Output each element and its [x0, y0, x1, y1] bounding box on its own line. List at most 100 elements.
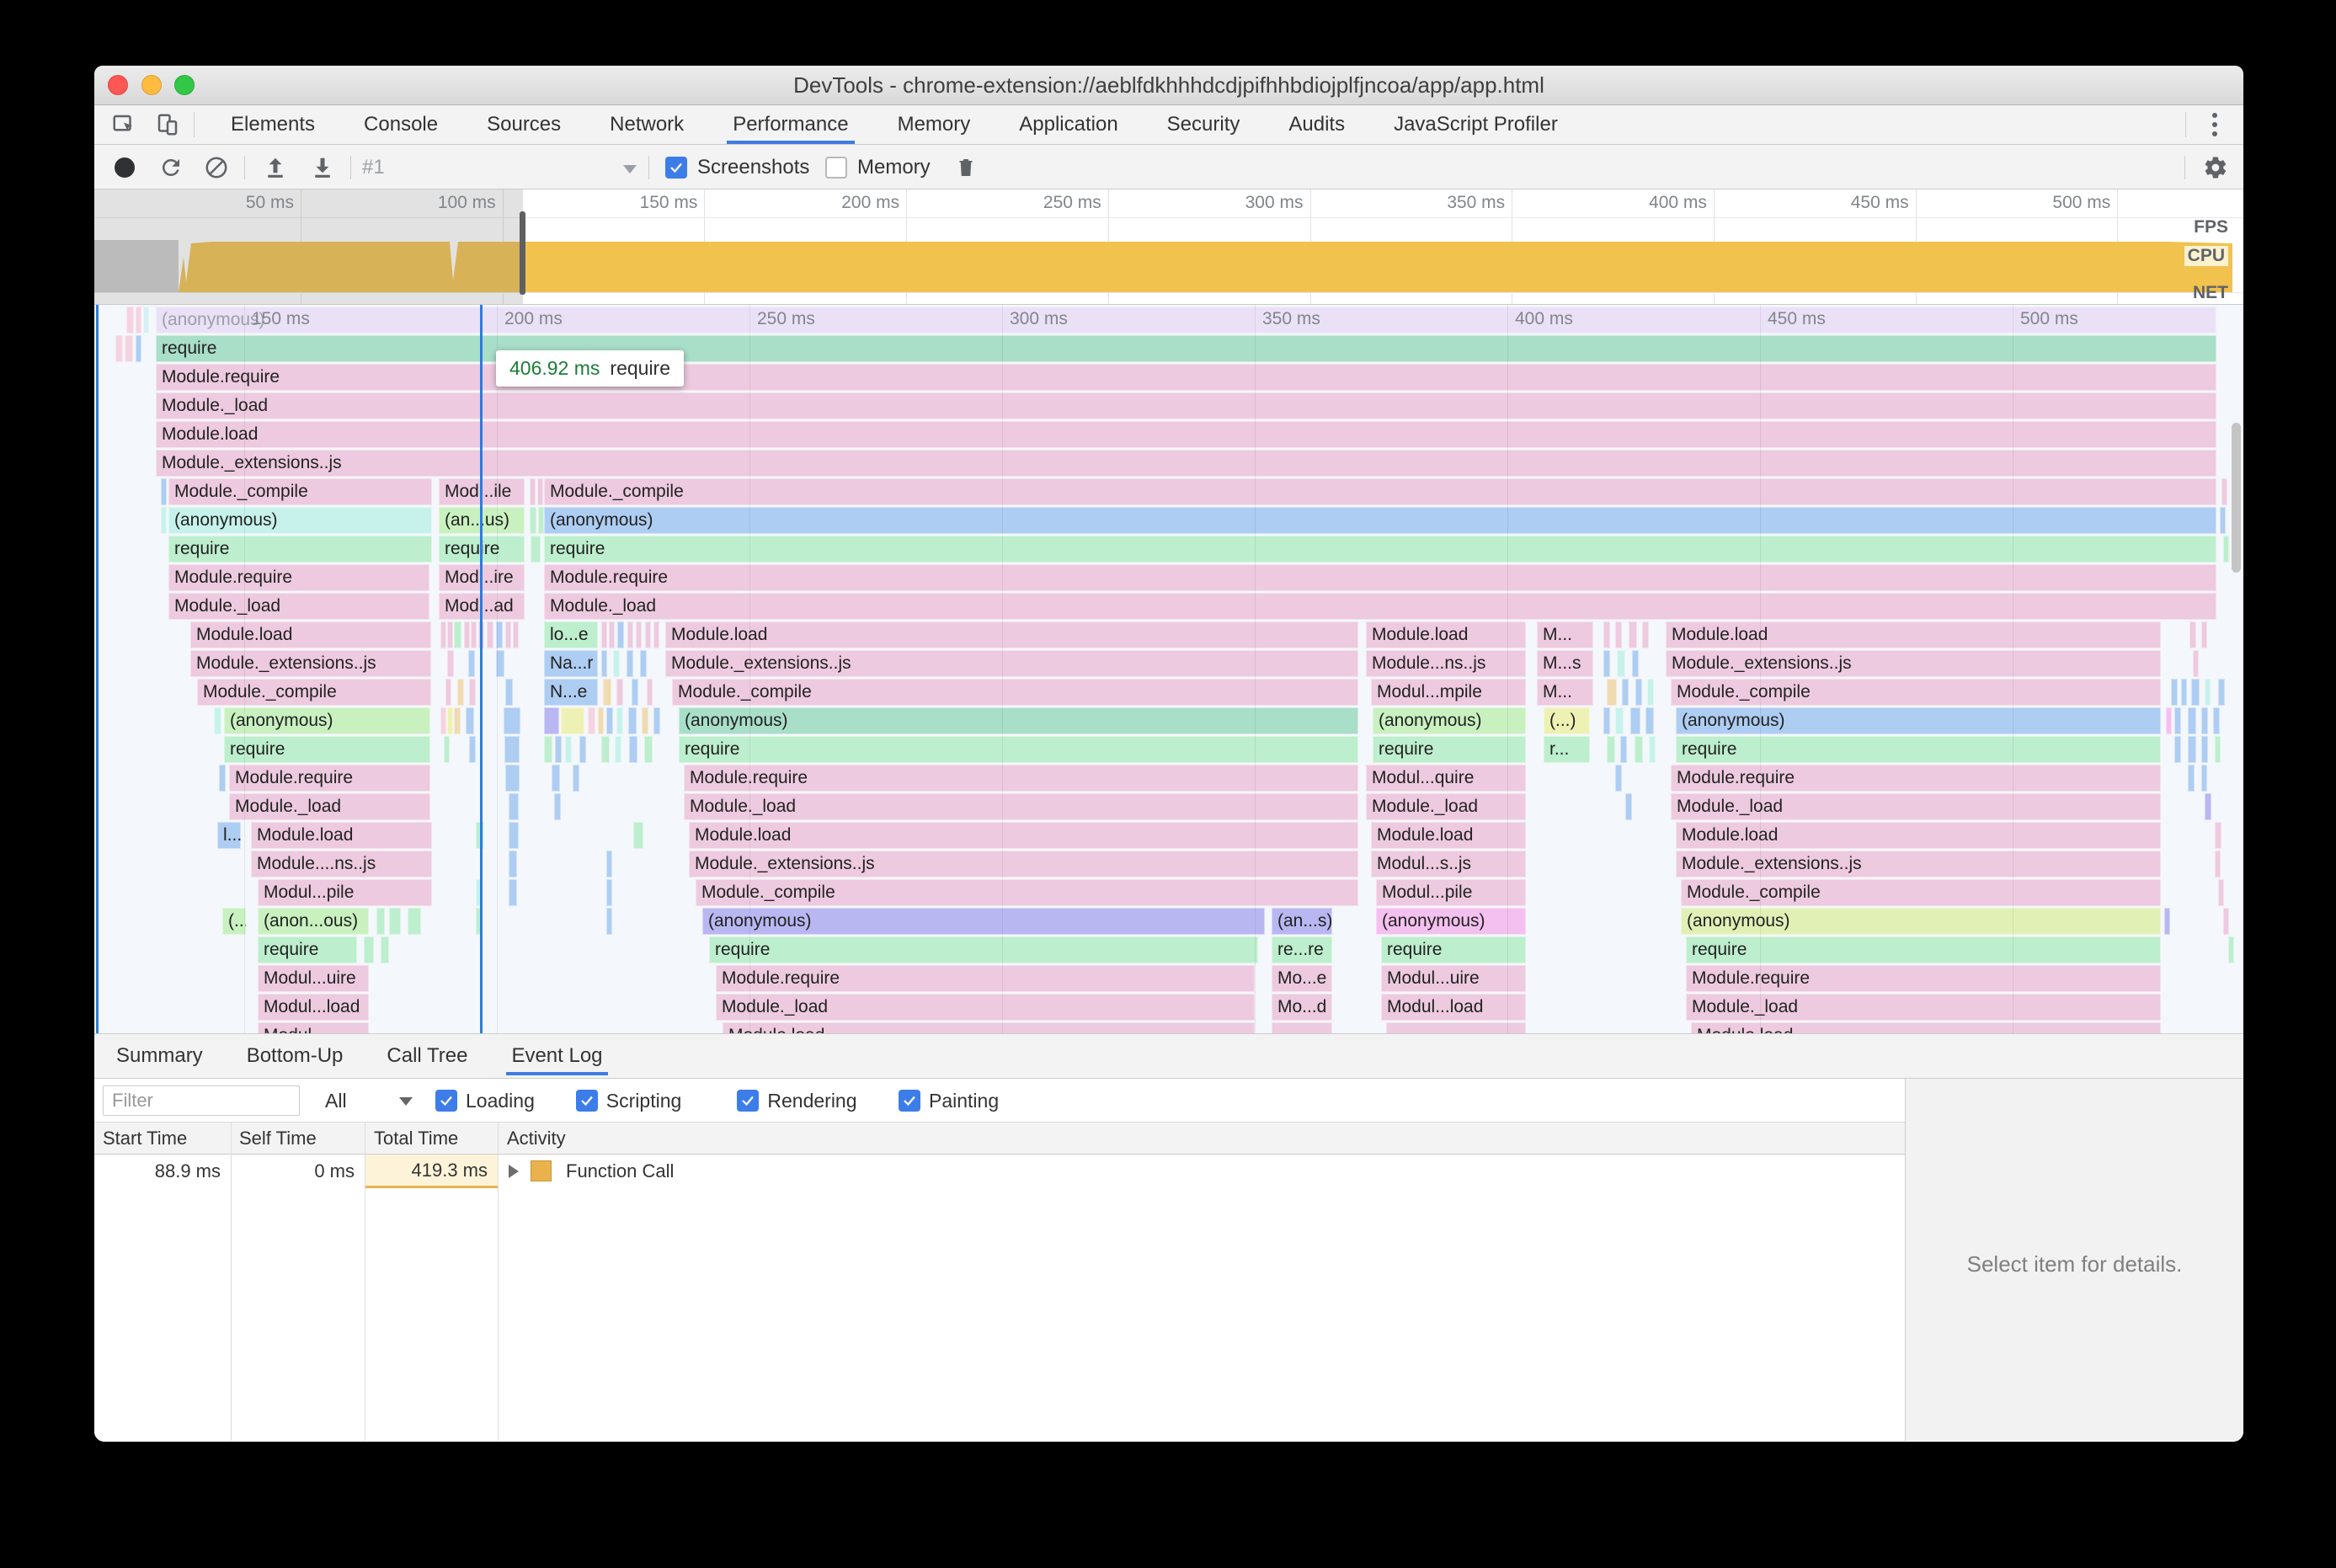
- flame-bar[interactable]: [538, 507, 544, 534]
- flame-bar[interactable]: [606, 879, 612, 906]
- flame-bar[interactable]: [1607, 679, 1617, 706]
- flame-bar[interactable]: [2201, 621, 2207, 648]
- flame-bar[interactable]: [214, 707, 221, 734]
- flame-bar[interactable]: [609, 621, 615, 648]
- rendering-checkbox-label[interactable]: Rendering: [767, 1079, 856, 1123]
- flame-bar[interactable]: [633, 822, 643, 849]
- flame-bar[interactable]: Module.load: [689, 822, 1358, 849]
- flame-bar[interactable]: [469, 736, 476, 763]
- flame-bar[interactable]: Module...ns..js: [1366, 650, 1526, 677]
- flame-bar[interactable]: [2201, 736, 2208, 763]
- flame-bar[interactable]: [1645, 707, 1654, 734]
- flame-bar[interactable]: [440, 707, 446, 734]
- flame-bar[interactable]: [573, 765, 579, 792]
- flame-bar[interactable]: require: [156, 335, 2216, 362]
- loading-checkbox[interactable]: [435, 1090, 457, 1112]
- event-table-row[interactable]: 88.9 ms 0 ms 419.3 ms Function Call: [94, 1155, 1905, 1188]
- flame-bar[interactable]: Module.load: [251, 822, 432, 849]
- memory-checkbox[interactable]: [825, 157, 847, 179]
- flame-bar[interactable]: [509, 851, 517, 877]
- flame-bar[interactable]: [444, 736, 450, 763]
- flame-bar[interactable]: [1617, 650, 1625, 677]
- flame-bar[interactable]: [2174, 736, 2181, 763]
- device-toolbar-icon[interactable]: [153, 110, 182, 139]
- flame-bar[interactable]: Module._compile: [197, 679, 431, 706]
- flame-bar[interactable]: Module._extensions..js: [1676, 851, 2161, 877]
- tab-javascript-profiler[interactable]: JavaScript Profiler: [1369, 105, 1582, 144]
- flame-bar[interactable]: require: [709, 936, 1258, 963]
- flame-bar[interactable]: [537, 478, 543, 505]
- flame-bar[interactable]: (...): [1544, 707, 1590, 734]
- scripting-checkbox-label[interactable]: Scripting: [606, 1079, 681, 1123]
- flame-bar[interactable]: [1615, 765, 1622, 792]
- more-options-icon[interactable]: [2198, 110, 2232, 139]
- flame-bar[interactable]: Modul...pile: [258, 879, 432, 906]
- tab-memory[interactable]: Memory: [873, 105, 995, 144]
- flame-bar[interactable]: Module._extensions..js: [190, 650, 431, 677]
- flame-bar[interactable]: [504, 736, 520, 763]
- flame-bar[interactable]: [1625, 793, 1632, 820]
- flame-bar[interactable]: Module....ns..js: [251, 851, 432, 877]
- flame-bar[interactable]: [457, 679, 464, 706]
- flame-bar[interactable]: [561, 707, 584, 734]
- flame-bar[interactable]: [469, 679, 476, 706]
- flame-bar[interactable]: [530, 478, 536, 505]
- bottom-tab-bottom-up[interactable]: Bottom-Up: [225, 1034, 365, 1078]
- tab-application[interactable]: Application: [995, 105, 1142, 144]
- flame-bar[interactable]: [381, 936, 389, 963]
- flame-bar[interactable]: [544, 736, 552, 763]
- flame-bar[interactable]: Module._load: [716, 994, 1255, 1021]
- flame-bar[interactable]: [2189, 621, 2196, 648]
- flame-bar[interactable]: require: [1686, 936, 2161, 963]
- flame-bar[interactable]: [1642, 621, 1649, 648]
- flame-bar[interactable]: N...e: [544, 679, 598, 706]
- flame-bar[interactable]: [1603, 650, 1610, 677]
- flame-bar[interactable]: (...: [222, 908, 246, 935]
- flame-bar[interactable]: Module._load: [168, 593, 429, 620]
- flame-bar[interactable]: Module._load: [684, 793, 1358, 820]
- flame-bar[interactable]: [2220, 507, 2226, 534]
- tab-sources[interactable]: Sources: [462, 105, 585, 144]
- duration-filter-arrow-icon[interactable]: [399, 1097, 413, 1106]
- flame-bar[interactable]: [389, 908, 401, 935]
- bottom-tab-summary[interactable]: Summary: [94, 1034, 225, 1078]
- flame-bar[interactable]: [2188, 765, 2195, 792]
- flame-bar[interactable]: Modul...uire: [1381, 965, 1526, 992]
- flame-bar[interactable]: [509, 793, 519, 820]
- flame-bar[interactable]: [645, 621, 651, 648]
- col-self-time[interactable]: Self Time: [239, 1123, 317, 1154]
- flame-bar[interactable]: [161, 507, 167, 534]
- selection-handle[interactable]: [520, 211, 525, 295]
- scripting-checkbox[interactable]: [575, 1090, 598, 1112]
- flame-bar[interactable]: [555, 736, 562, 763]
- painting-checkbox-label[interactable]: Painting: [929, 1079, 999, 1123]
- flame-bar[interactable]: [513, 621, 519, 648]
- flame-bar[interactable]: [1615, 621, 1622, 648]
- flame-bar[interactable]: [2174, 707, 2181, 734]
- flame-bar[interactable]: [505, 679, 513, 706]
- flame-bar[interactable]: [219, 765, 226, 792]
- flame-bar[interactable]: [468, 650, 475, 677]
- flame-bar[interactable]: Module.load: [1691, 1022, 2161, 1033]
- flame-bar[interactable]: [2181, 679, 2187, 706]
- flame-bar[interactable]: [447, 621, 453, 648]
- flame-bar[interactable]: [598, 707, 604, 734]
- flame-bar[interactable]: [466, 707, 474, 734]
- flame-bar[interactable]: [1607, 736, 1615, 763]
- flame-bar[interactable]: [1603, 621, 1610, 648]
- screenshots-label[interactable]: Screenshots: [697, 145, 809, 189]
- flame-bar[interactable]: [653, 707, 660, 734]
- flame-bar[interactable]: re...re: [1272, 936, 1332, 963]
- tab-console[interactable]: Console: [339, 105, 462, 144]
- flame-bar[interactable]: (an...s): [1272, 908, 1332, 935]
- flame-bar[interactable]: [505, 621, 511, 648]
- flame-bar[interactable]: (anonymous): [168, 507, 432, 534]
- flame-bar[interactable]: [552, 765, 560, 792]
- flame-bar[interactable]: [579, 736, 586, 763]
- flame-bar[interactable]: Module.require: [156, 364, 2216, 391]
- duration-filter-select[interactable]: All: [325, 1079, 347, 1123]
- flame-bar[interactable]: [2166, 707, 2172, 734]
- flame-bar[interactable]: [1272, 1022, 1332, 1033]
- flame-bar[interactable]: [440, 621, 446, 648]
- flame-bar[interactable]: [1649, 736, 1656, 763]
